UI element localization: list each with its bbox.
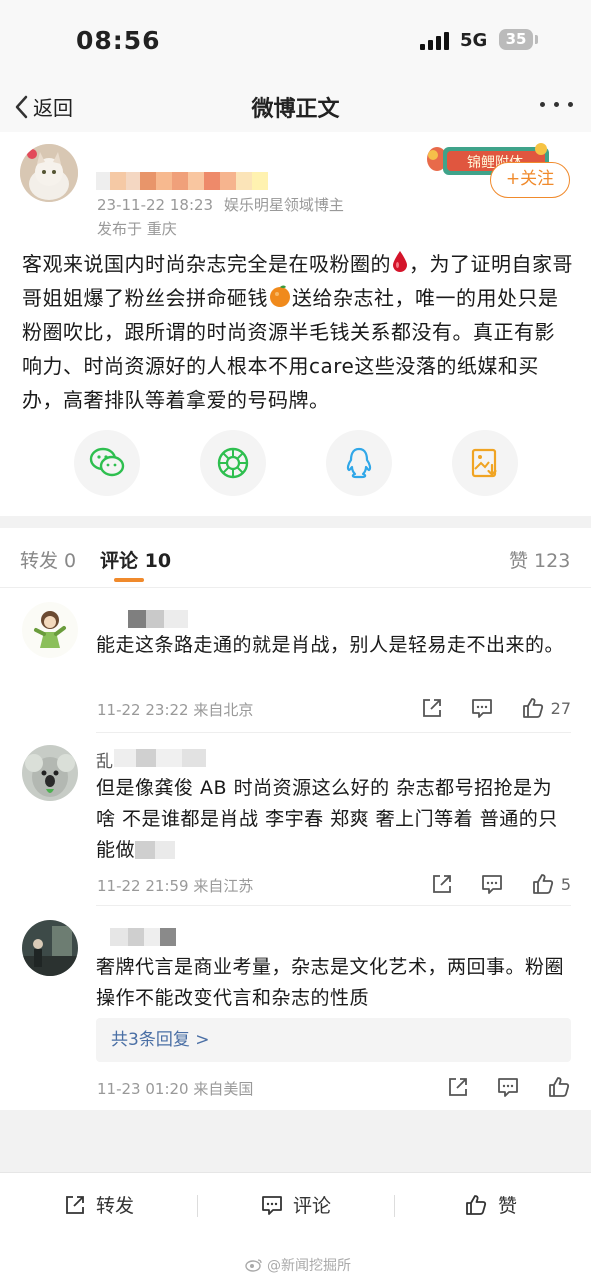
post-location: 发布于 重庆 xyxy=(97,220,177,238)
like-count: 5 xyxy=(560,874,571,894)
qq-icon xyxy=(346,447,372,479)
nav-bar: 返回 微博正文 xyxy=(0,80,591,132)
watermark: @新闻挖掘所 xyxy=(245,1255,351,1275)
commenter-name-redacted[interactable] xyxy=(96,928,206,946)
comment-button[interactable]: 评论 xyxy=(261,1191,331,1218)
author-name-redacted[interactable] xyxy=(96,172,272,192)
commenter-name[interactable]: 乱 xyxy=(96,747,206,772)
tab-likes[interactable]: 赞 123 xyxy=(509,546,570,573)
share-wechat-button[interactable] xyxy=(74,430,140,496)
reply-comment-button[interactable] xyxy=(471,697,493,719)
comment-icon xyxy=(498,1078,518,1097)
more-options-icon[interactable] xyxy=(540,102,574,110)
reply-comment-button[interactable] xyxy=(481,873,503,895)
redacted-block xyxy=(135,841,176,859)
comment-icon xyxy=(471,699,492,718)
share-icon xyxy=(449,1078,467,1096)
page-title: 微博正文 xyxy=(251,97,340,122)
like-count: 27 xyxy=(550,698,571,718)
wechat-icon xyxy=(89,447,125,477)
orange-icon xyxy=(270,285,290,307)
comment-actions: 5 xyxy=(403,872,571,896)
active-tab-indicator xyxy=(114,578,144,582)
battery-icon: 35 xyxy=(499,29,533,50)
repost-button[interactable]: 转发 xyxy=(64,1191,134,1218)
repost-comment-button[interactable] xyxy=(447,1076,469,1098)
thumbs-up-icon xyxy=(522,698,543,718)
weibo-logo-icon xyxy=(245,1259,262,1272)
repost-comment-button[interactable] xyxy=(421,697,443,719)
watermark-text: @新闻挖掘所 xyxy=(267,1258,351,1274)
tab-comments[interactable]: 评论 10 xyxy=(100,546,171,573)
post-body: 客观来说国内时尚杂志完全是在吸粉圈的 ，为了证明自家哥哥姐姐爆了粉丝会拼命砸钱 送给… xyxy=(22,247,574,417)
view-replies-button[interactable]: 共3条回复 > xyxy=(96,1018,571,1062)
bottom-action-bar: 转发 评论 赞 @新闻挖掘所 xyxy=(0,1172,591,1281)
comment-item: 奢牌代言是商业考量，杂志是文化艺术，两回事。粉圈操作不能改变代言和杂志的性质 共… xyxy=(0,906,591,1110)
comment-text: 但是像龚俊 AB 时尚资源这么好的 杂志都号招抢是为啥 不是谁都是肖战 李宇春 … xyxy=(96,773,566,866)
share-row xyxy=(0,430,591,500)
status-time: 08:56 xyxy=(76,26,161,55)
like-comment-button[interactable]: 5 xyxy=(531,872,571,896)
status-bar: 08:56 5G 35 xyxy=(0,0,591,80)
share-icon xyxy=(66,1195,84,1214)
blood-drop-icon xyxy=(393,251,407,272)
like-label: 赞 xyxy=(498,1195,518,1217)
section-gap xyxy=(0,516,591,528)
divider xyxy=(394,1195,395,1217)
post-header: 23-11-22 18:23 娱乐明星领域博主 发布于 重庆 锦鲤附体 +关注 xyxy=(0,132,591,242)
commenter-name-redacted[interactable] xyxy=(96,610,206,628)
moments-icon xyxy=(217,447,249,479)
share-qq-button[interactable] xyxy=(326,430,392,496)
battery-tip xyxy=(535,35,538,44)
like-comment-button[interactable] xyxy=(547,1075,571,1099)
share-moments-button[interactable] xyxy=(200,430,266,496)
author-avatar[interactable] xyxy=(20,144,78,202)
comment-meta: 11-22 23:22 来自北京 xyxy=(97,701,254,719)
divider xyxy=(197,1195,198,1217)
signal-icon xyxy=(420,32,450,50)
author-tag: 娱乐明星领域博主 xyxy=(223,196,344,214)
comment-meta: 11-22 21:59 来自江苏 xyxy=(97,877,254,895)
comment-text: 奢牌代言是商业考量，杂志是文化艺术，两回事。粉圈操作不能改变代言和杂志的性质 xyxy=(96,956,565,1009)
like-comment-button[interactable]: 27 xyxy=(521,696,571,720)
comment-meta: 11-23 01:20 来自美国 xyxy=(97,1080,254,1098)
reply-comment-button[interactable] xyxy=(497,1076,519,1098)
share-icon xyxy=(432,875,451,893)
repost-label: 转发 xyxy=(96,1195,135,1217)
comment-item: 乱 但是像龚俊 AB 时尚资源这么好的 杂志都号招抢是为啥 不是谁都是肖战 李宇… xyxy=(0,733,591,906)
comment-icon xyxy=(262,1195,282,1215)
comment-actions: 27 xyxy=(393,696,571,720)
interaction-tabs: 转发 0 评论 10 赞 123 xyxy=(0,528,591,586)
tab-repost[interactable]: 转发 0 xyxy=(20,546,76,573)
comment-text: 能走这条路走通的就是肖战，别人是轻易走不出来的。 xyxy=(96,634,565,656)
repost-comment-button[interactable] xyxy=(431,873,453,895)
post-timestamp: 23-11-22 18:23 xyxy=(97,196,214,214)
comment-icon xyxy=(481,875,502,894)
post-meta: 23-11-22 18:23 娱乐明星领域博主 xyxy=(97,194,344,215)
follow-button[interactable]: +关注 xyxy=(490,162,570,198)
like-button[interactable]: 赞 xyxy=(464,1191,517,1218)
commenter-avatar[interactable] xyxy=(22,745,78,801)
commenter-avatar[interactable] xyxy=(22,602,78,658)
comment-item: 能走这条路走通的就是肖战，别人是轻易走不出来的。 11-22 23:22 来自北… xyxy=(0,588,591,733)
save-image-icon xyxy=(471,448,497,478)
thumbs-up-icon xyxy=(532,874,553,894)
commenter-name-prefix: 乱 xyxy=(96,752,113,772)
share-icon xyxy=(422,699,441,717)
commenter-avatar[interactable] xyxy=(22,920,78,976)
thumbs-up-icon xyxy=(466,1194,487,1215)
network-type: 5G xyxy=(460,30,488,51)
thumbs-up-icon xyxy=(549,1077,570,1097)
post-body-text-1: 客观来说国内时尚杂志完全是在吸粉圈的 xyxy=(22,252,391,276)
comment-actions xyxy=(419,1075,571,1099)
list-end-spacer xyxy=(0,1110,591,1172)
comment-label: 评论 xyxy=(293,1195,332,1217)
share-save-image-button[interactable] xyxy=(452,430,518,496)
